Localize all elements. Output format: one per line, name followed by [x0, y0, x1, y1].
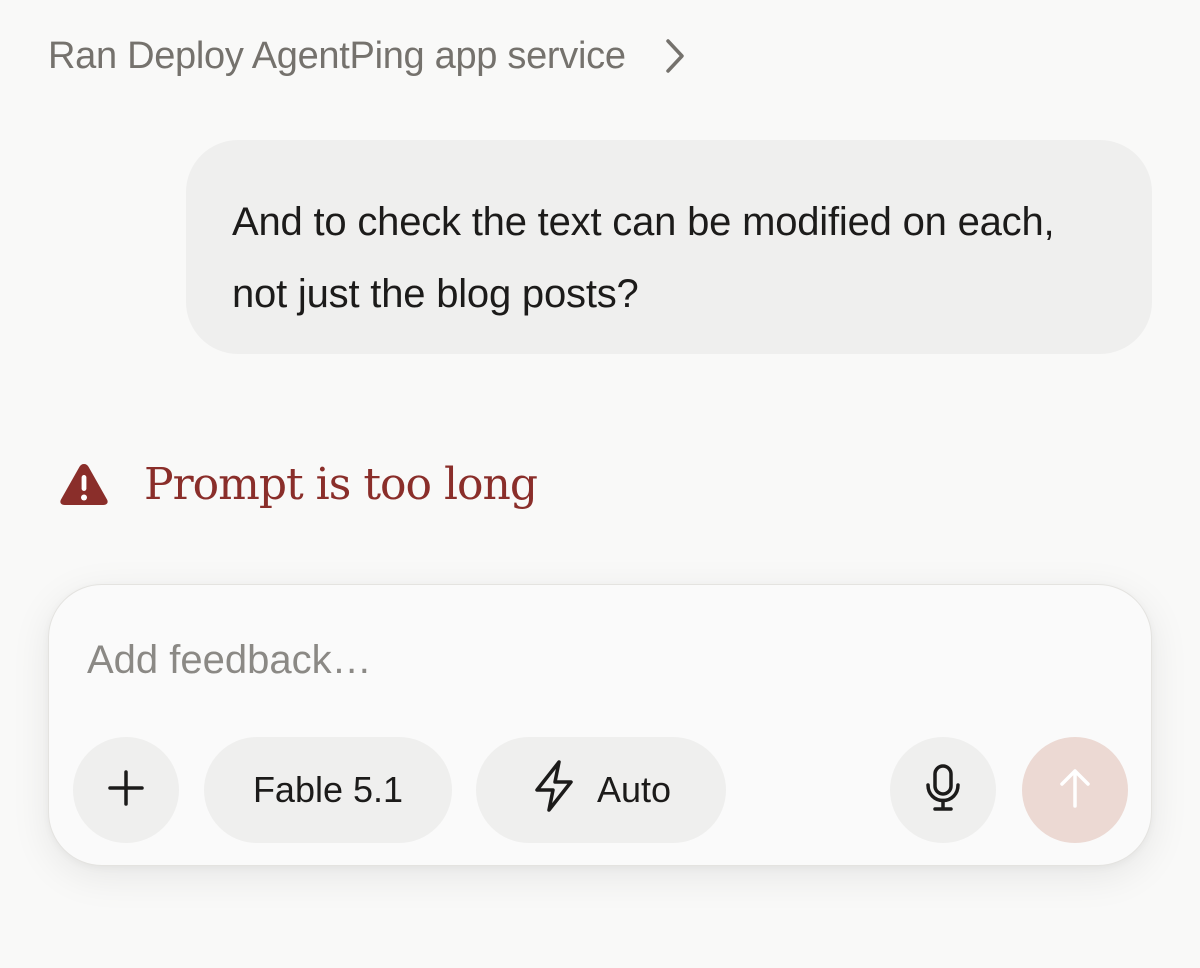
lightning-icon [531, 758, 577, 823]
mode-label: Auto [596, 769, 672, 810]
model-selector-button[interactable]: Fable 5.1 [204, 737, 452, 843]
add-attachment-button[interactable] [73, 737, 179, 843]
feedback-input[interactable] [87, 625, 1087, 695]
arrow-up-icon [1057, 766, 1093, 815]
user-message-text: And to check the text can be modified on… [232, 200, 1055, 316]
plus-icon [106, 768, 146, 813]
model-label: Fable 5.1 [252, 769, 404, 810]
composer: Fable 5.1 Auto [48, 584, 1152, 866]
tool-call-row[interactable]: Ran Deploy AgentPing app service [48, 30, 688, 82]
microphone-button[interactable] [890, 737, 996, 843]
tool-call-label: Ran Deploy AgentPing app service [48, 34, 626, 77]
send-button[interactable] [1022, 737, 1128, 843]
error-banner: Prompt is too long [58, 452, 538, 516]
chevron-right-icon [664, 38, 688, 74]
error-message: Prompt is too long [144, 458, 538, 510]
warning-triangle-icon [58, 461, 110, 507]
user-message-bubble: And to check the text can be modified on… [186, 140, 1152, 354]
microphone-icon [923, 763, 963, 818]
mode-selector-button[interactable]: Auto [476, 737, 726, 843]
